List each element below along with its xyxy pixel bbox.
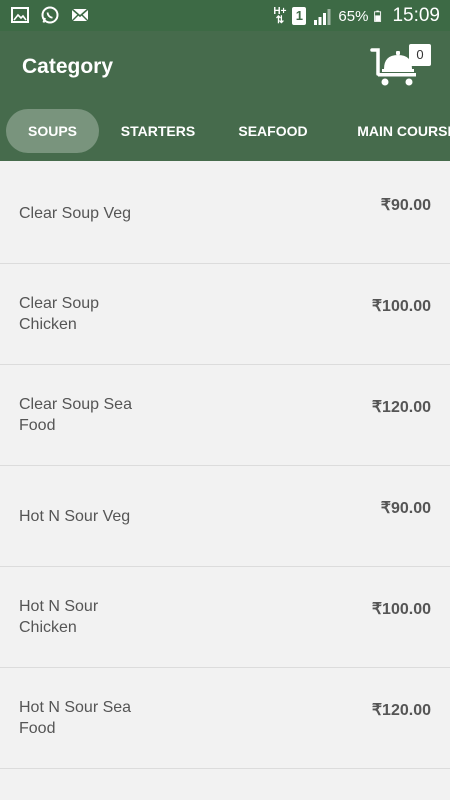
tab-starters[interactable]: STARTERS	[112, 109, 204, 153]
item-name: Hot N Sour Sea Food	[19, 699, 132, 737]
item-name: Clear Soup Veg	[19, 204, 132, 222]
whatsapp-icon	[41, 6, 59, 24]
item-name: Clear Soup Sea Food	[19, 396, 132, 434]
list-item[interactable]: Clear Soup Chicken ₹100.00	[0, 264, 450, 365]
network-type: H+ ⇅	[273, 6, 287, 26]
list-item[interactable]: Hot N Sour Veg ₹90.00	[0, 466, 450, 567]
list-item[interactable]: Hot N Sour Sea Food ₹120.00	[0, 668, 450, 769]
page-title: Category	[22, 55, 114, 78]
tab-main-course[interactable]: MAIN COURSE	[352, 109, 450, 153]
item-price: ₹120.00	[371, 399, 431, 416]
cart-button[interactable]: 0	[370, 44, 431, 88]
cart-count-badge: 0	[409, 44, 431, 66]
list-item[interactable]: Clear Soup Veg ₹90.00	[0, 163, 450, 264]
app-bar: Category 0 SOUPS STARTERS SEAFOOD MAIN C…	[0, 31, 450, 161]
signal-icon	[314, 9, 331, 25]
item-price: ₹90.00	[380, 500, 431, 517]
item-name: Clear Soup Chicken	[19, 295, 100, 333]
gallery-icon	[11, 7, 29, 23]
clock: 15:09	[392, 5, 440, 26]
item-price: ₹100.00	[371, 601, 431, 618]
sim-badge: 1	[292, 7, 307, 25]
category-tabs: SOUPS STARTERS SEAFOOD MAIN COURSE	[0, 108, 450, 155]
item-name: Hot N Sour Chicken	[19, 598, 99, 636]
status-bar: H+ ⇅ 1 65% 15:09	[0, 0, 450, 31]
list-item[interactable]: Hot N Sour Chicken ₹100.00	[0, 567, 450, 668]
tab-seafood[interactable]: SEAFOOD	[230, 109, 316, 153]
notification-icons	[10, 5, 90, 25]
tab-soups[interactable]: SOUPS	[6, 109, 99, 153]
item-price: ₹100.00	[371, 298, 431, 315]
item-name: Hot N Sour Veg	[19, 507, 131, 525]
mail-icon	[71, 8, 89, 22]
menu-item-list: Clear Soup Veg ₹90.00 Clear Soup Chicken…	[0, 163, 450, 769]
item-price: ₹90.00	[380, 197, 431, 214]
battery-percent: 65%	[338, 7, 369, 25]
battery-icon	[374, 10, 382, 22]
item-price: ₹120.00	[371, 702, 431, 719]
list-item[interactable]: Clear Soup Sea Food ₹120.00	[0, 365, 450, 466]
system-status: H+ ⇅ 1 65% 15:09	[273, 4, 440, 28]
